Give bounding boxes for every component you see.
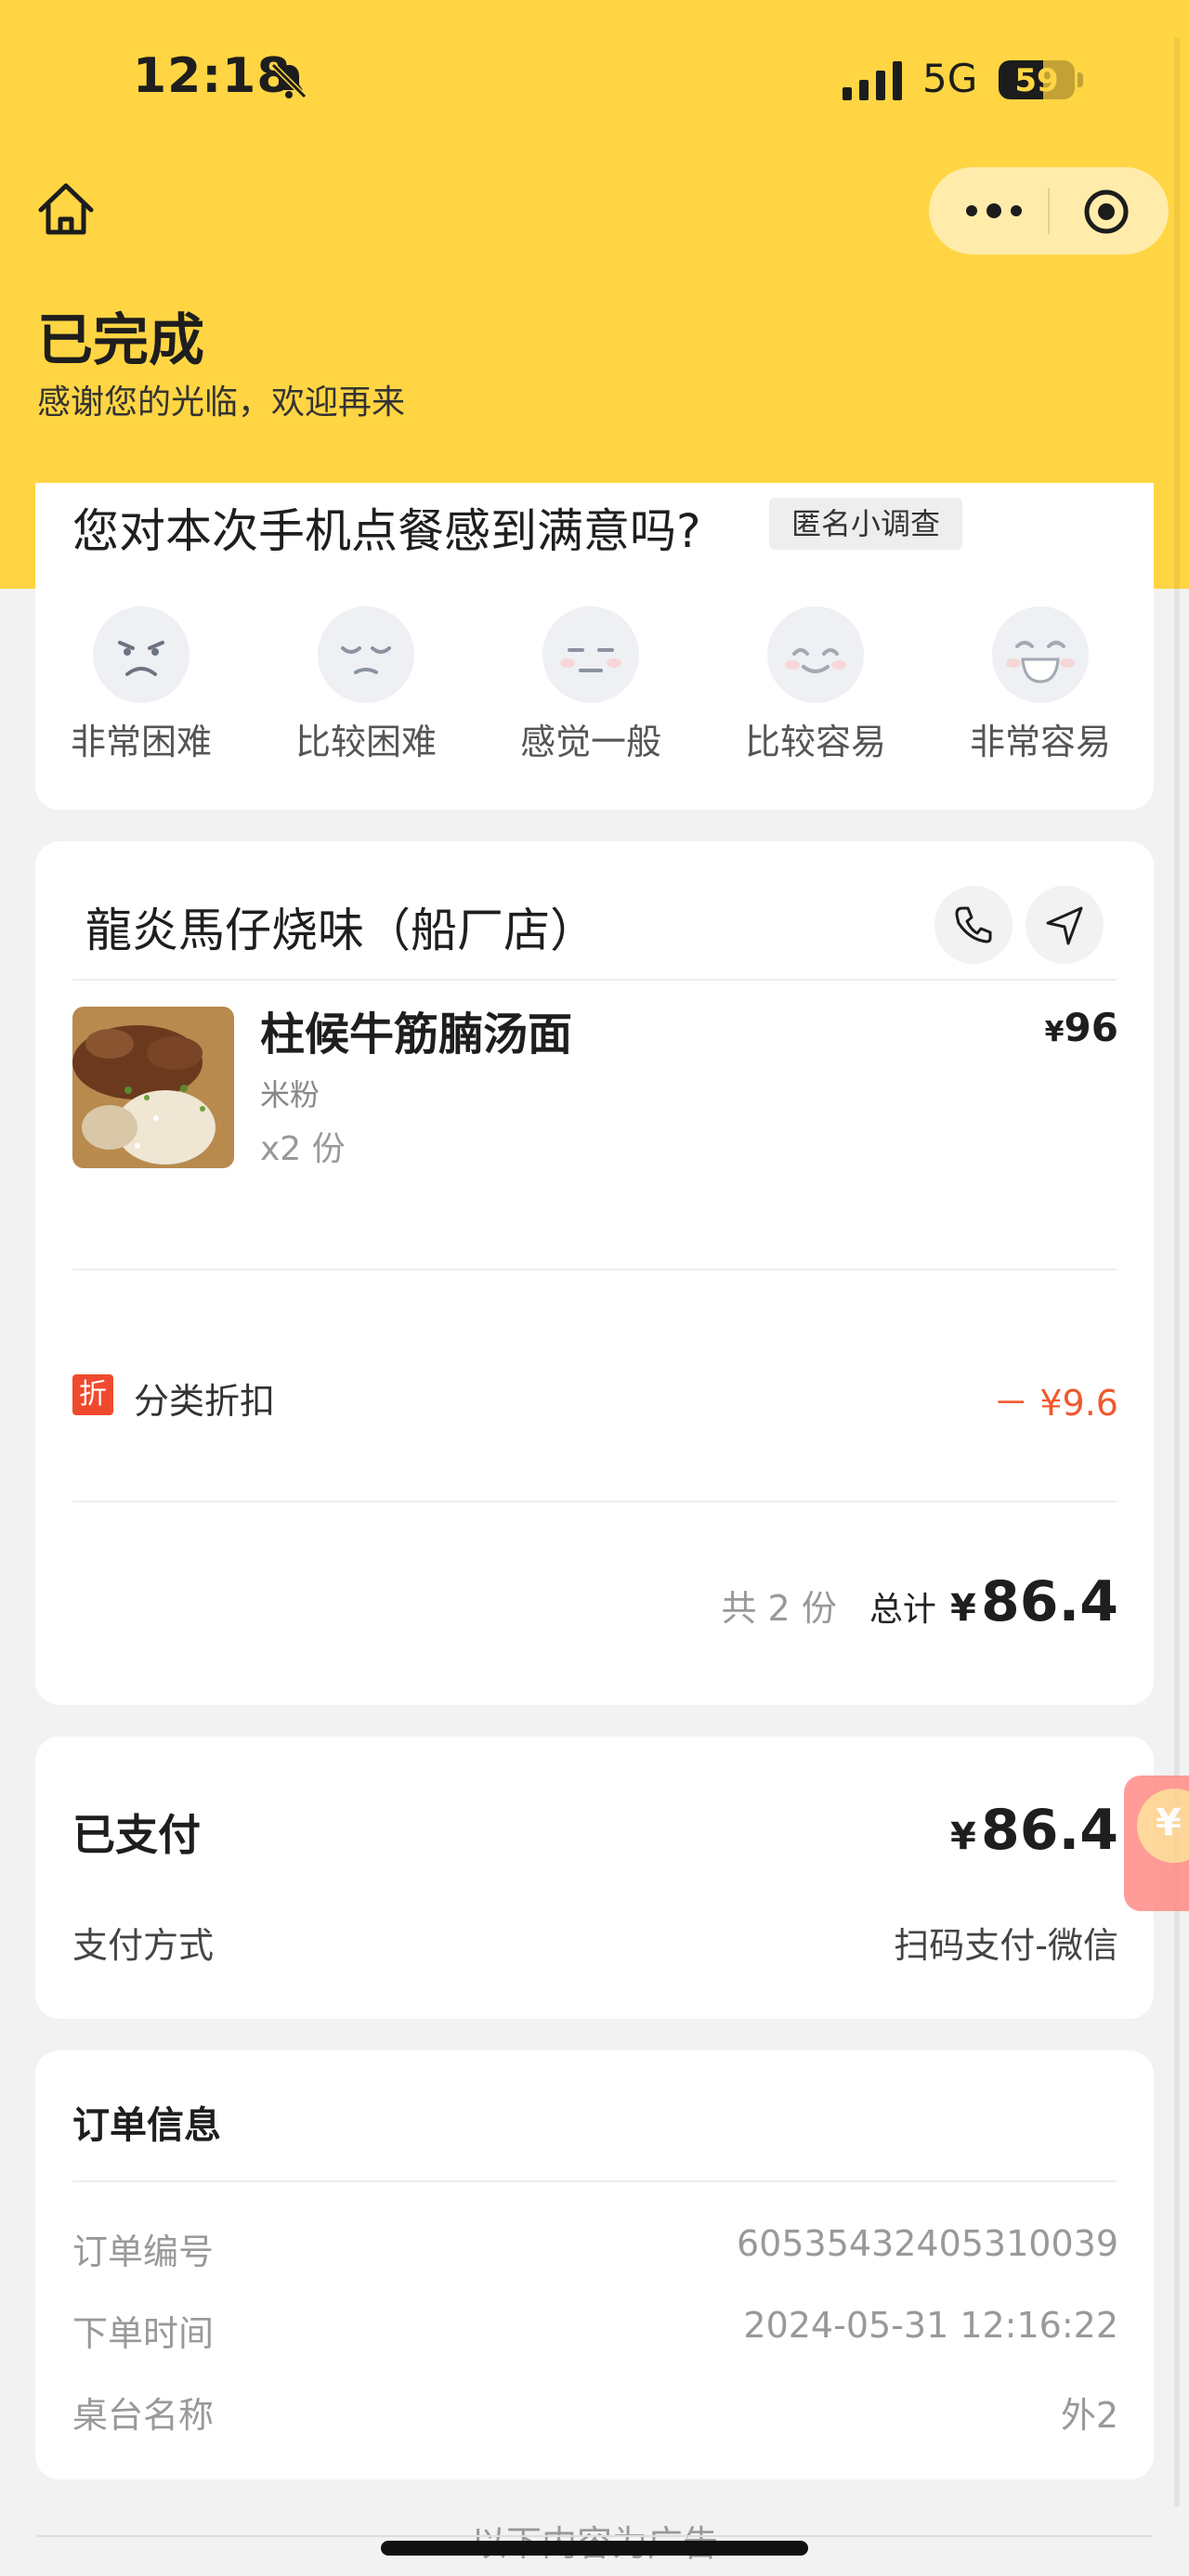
neutral-face-icon	[542, 606, 639, 703]
scrollbar[interactable]	[1174, 37, 1180, 2507]
divider	[72, 1268, 1117, 1270]
dish-name: 柱候牛筋腩汤面	[260, 1008, 573, 1060]
total-label: 总计	[869, 1591, 936, 1629]
battery-icon: 59	[999, 60, 1075, 99]
paid-amount-value: 86.4	[980, 1798, 1118, 1863]
survey-question: 您对本次手机点餐感到满意吗?	[72, 504, 701, 558]
divider	[72, 979, 1117, 981]
laughing-face-icon	[992, 606, 1089, 703]
currency-symbol: ¥	[950, 1587, 976, 1630]
divider	[72, 1501, 1117, 1503]
battery-tip	[1078, 72, 1083, 87]
anonymous-survey-tag: 匿名小调查	[769, 498, 963, 550]
survey-option-very-hard[interactable]: 非常困难	[67, 605, 216, 764]
survey-option-label: 非常容易	[969, 722, 1111, 762]
survey-option-very-easy[interactable]: 非常容易	[966, 605, 1115, 764]
status-bar: 12:18 5G 59	[0, 0, 1189, 158]
noodle-soup-image	[72, 1007, 234, 1168]
paid-amount: ¥ 86.4	[950, 1798, 1118, 1863]
network-type: 5G	[922, 56, 978, 101]
order-items-card: 龍炎馬仔烧味（船厂店） 柱候牛筋腩汤面 ¥96 米粉 x2 份 折 分类折扣 －…	[35, 841, 1154, 1705]
satisfaction-survey-card: 您对本次手机点餐感到满意吗? 匿名小调查 非常困难 比较困难 感觉一般 比较容易…	[35, 483, 1154, 810]
order-status-subtitle: 感谢您的光临，欢迎再来	[37, 384, 406, 422]
currency-symbol: ¥	[1044, 1016, 1065, 1048]
dish-image[interactable]	[72, 1007, 234, 1168]
order-number-label: 订单编号	[72, 2231, 215, 2272]
ad-divider	[37, 2535, 1152, 2537]
discount-badge: 折	[72, 1374, 113, 1415]
bell-muted-icon	[270, 62, 307, 99]
order-number-value[interactable]: 60535432405310039	[737, 2223, 1118, 2264]
survey-option-easy[interactable]: 比较容易	[741, 605, 890, 764]
order-status-title: 已完成	[37, 308, 204, 373]
payment-card: 已支付 ¥ 86.4 支付方式 扫码支付-微信	[35, 1737, 1154, 2019]
shop-name[interactable]: 龍炎馬仔烧味（船厂店）	[85, 893, 596, 960]
navigate-to-shop-button[interactable]	[1026, 886, 1104, 964]
dish-price: ¥96	[1045, 1005, 1118, 1050]
survey-option-label: 比较容易	[744, 722, 886, 762]
capsule-divider	[1048, 188, 1050, 234]
survey-option-label: 感觉一般	[519, 722, 661, 762]
close-mini-program-icon[interactable]	[1082, 188, 1130, 236]
survey-option-neutral[interactable]: 感觉一般	[516, 605, 665, 764]
payment-status: 已支付	[72, 1810, 201, 1860]
unhappy-face-icon	[318, 606, 414, 703]
cellular-signal-icon	[843, 61, 902, 100]
survey-option-hard[interactable]: 比较困难	[292, 605, 440, 764]
item-count: 共 2 份	[721, 1588, 837, 1629]
home-icon[interactable]	[33, 176, 98, 241]
yuan-icon: ¥	[1156, 1802, 1182, 1844]
table-name-label: 桌台名称	[72, 2395, 215, 2436]
order-total: 86.4	[980, 1569, 1118, 1634]
dish-price-value: 96	[1064, 1005, 1118, 1050]
very-unhappy-face-icon	[93, 606, 189, 703]
mini-program-capsule	[929, 167, 1169, 254]
home-indicator[interactable]	[381, 2541, 808, 2556]
phone-icon	[955, 906, 992, 943]
divider	[72, 2180, 1117, 2182]
call-shop-button[interactable]	[934, 886, 1013, 964]
order-time-value: 2024-05-31 12:16:22	[743, 2305, 1118, 2346]
navigation-arrow-icon	[1046, 906, 1083, 945]
floating-red-packet-button[interactable]: ¥	[1124, 1776, 1189, 1911]
order-info-title: 订单信息	[72, 2104, 221, 2147]
order-time-label: 下单时间	[72, 2313, 215, 2354]
payment-method-value: 扫码支付-微信	[894, 1925, 1118, 1966]
table-name-value: 外2	[1060, 2395, 1118, 2436]
discount-label: 分类折扣	[134, 1381, 276, 1422]
survey-option-label: 非常困难	[70, 722, 212, 762]
discount-amount: － ¥9.6	[993, 1383, 1118, 1424]
more-icon[interactable]	[964, 197, 1024, 225]
currency-symbol: ¥	[950, 1815, 976, 1858]
dish-spec: 米粉	[260, 1077, 320, 1112]
order-summary: 共 2 份 总计 ¥ 86.4	[721, 1569, 1118, 1634]
payment-method-label: 支付方式	[72, 1925, 215, 1966]
smiling-face-icon	[767, 606, 864, 703]
dish-quantity: x2 份	[260, 1130, 346, 1168]
survey-option-label: 比较困难	[294, 722, 437, 762]
battery-level: 59	[1014, 62, 1059, 99]
order-info-card: 订单信息 订单编号 60535432405310039 下单时间 2024-05…	[35, 2050, 1154, 2479]
